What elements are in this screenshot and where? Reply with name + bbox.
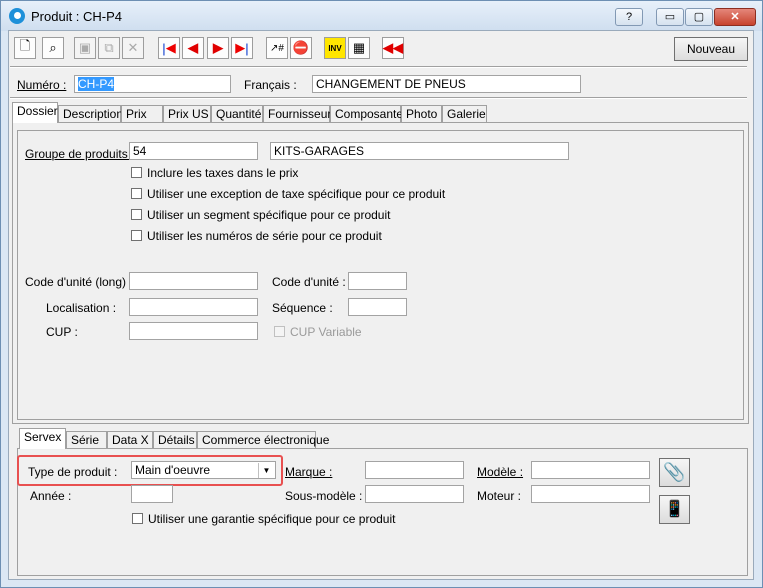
subtab-serie[interactable]: Série <box>66 431 107 449</box>
moteur-label: Moteur : <box>477 489 522 503</box>
francais-field[interactable]: CHANGEMENT DE PNEUS <box>312 75 581 93</box>
back-icon[interactable]: ◀◀ <box>382 37 404 59</box>
subtab-commerce-electronique[interactable]: Commerce électronique <box>197 431 329 449</box>
groupe-code-field[interactable]: 54 <box>129 142 258 160</box>
stop-icon[interactable]: ⛔ <box>290 37 312 59</box>
sous-modele-label: Sous-modèle : <box>285 489 363 503</box>
copy-icon[interactable]: ⧉ <box>98 37 120 59</box>
subtab-servex[interactable]: Servex <box>19 428 66 449</box>
cup-field[interactable] <box>129 322 258 340</box>
numeros-serie-label: Utiliser les numéros de série pour ce pr… <box>147 229 382 243</box>
cup-variable-checkbox[interactable] <box>274 326 285 337</box>
sous-modele-field[interactable] <box>365 485 464 503</box>
numero-label: Numéro : <box>17 78 67 92</box>
phone-icon[interactable]: 📱 <box>659 495 690 524</box>
help-button[interactable]: ? <box>615 8 643 26</box>
delete-icon[interactable]: ✕ <box>122 37 144 59</box>
garantie-label: Utiliser une garantie spécifique pour ce… <box>148 512 396 526</box>
annee-field[interactable] <box>131 485 173 503</box>
sequence-field[interactable] <box>348 298 407 316</box>
tab-fournisseur[interactable]: Fournisseur <box>263 105 331 123</box>
sequence-label: Séquence : <box>272 301 333 315</box>
previous-record-icon[interactable]: ◀ <box>182 37 204 59</box>
save-icon[interactable]: ▣ <box>74 37 96 59</box>
type-produit-value: Main d'oeuvre <box>135 463 210 477</box>
tab-composante[interactable]: Composante <box>330 105 403 123</box>
tab-dossier[interactable]: Dossier <box>12 102 58 123</box>
tab-prix-us[interactable]: Prix US <box>163 105 211 123</box>
exception-taxe-checkbox[interactable] <box>131 188 142 199</box>
modele-label: Modèle : <box>477 465 524 479</box>
cup-variable-label: CUP Variable <box>290 325 362 339</box>
minimize-button[interactable]: ▭ <box>656 8 684 26</box>
new-document-icon[interactable]: 🗋 <box>14 37 36 59</box>
localisation-field[interactable] <box>129 298 258 316</box>
type-produit-label: Type de produit : <box>28 465 118 479</box>
moteur-field[interactable] <box>531 485 650 503</box>
last-record-icon[interactable]: ▶ | <box>231 37 253 59</box>
tab-galerie[interactable]: Galerie <box>442 105 487 123</box>
inventory-icon[interactable]: INV <box>324 37 346 59</box>
tab-quantite[interactable]: Quantité <box>211 105 263 123</box>
numero-field[interactable]: CH-P4 <box>74 75 231 93</box>
number-renumber-icon[interactable]: ↗# <box>266 37 288 59</box>
subtab-data-x[interactable]: Data X <box>107 431 153 449</box>
app-icon <box>9 8 25 24</box>
groupe-name-field: KITS-GARAGES <box>270 142 569 160</box>
binoculars-search-icon[interactable]: ⌕ <box>42 37 64 59</box>
type-produit-select[interactable]: Main d'oeuvre ▼ <box>131 461 276 479</box>
title-bar: Produit : CH-P4 ? ▭ ▢ ✕ <box>1 1 762 31</box>
francais-label: Français : <box>244 78 297 92</box>
first-record-icon[interactable]: | ◀ <box>158 37 180 59</box>
groupe-label: Groupe de produits : <box>25 147 135 161</box>
numeros-serie-checkbox[interactable] <box>131 230 142 241</box>
tab-photo[interactable]: Photo <box>401 105 442 123</box>
next-record-icon[interactable]: ▶ <box>207 37 229 59</box>
exception-taxe-label: Utiliser une exception de taxe spécifiqu… <box>147 187 446 201</box>
segment-label: Utiliser un segment spécifique pour ce p… <box>147 208 391 222</box>
tab-description[interactable]: Description <box>58 105 123 123</box>
tab-prix[interactable]: Prix <box>121 105 163 123</box>
cup-label: CUP : <box>46 325 78 339</box>
window-title: Produit : CH-P4 <box>31 9 123 24</box>
code-unite-field[interactable] <box>348 272 407 290</box>
chevron-down-icon[interactable]: ▼ <box>258 463 274 478</box>
code-unite-label: Code d'unité : <box>272 275 346 289</box>
nouveau-button[interactable]: Nouveau <box>674 37 748 61</box>
marque-field[interactable] <box>365 461 464 479</box>
inclure-taxes-checkbox[interactable] <box>131 167 142 178</box>
maximize-button[interactable]: ▢ <box>685 8 713 26</box>
modele-field[interactable] <box>531 461 650 479</box>
close-button[interactable]: ✕ <box>714 8 756 26</box>
annee-label: Année : <box>30 489 72 503</box>
separator <box>10 66 747 68</box>
marque-label: Marque : <box>285 465 333 479</box>
segment-checkbox[interactable] <box>131 209 142 220</box>
separator <box>10 97 747 99</box>
inclure-taxes-label: Inclure les taxes dans le prix <box>147 166 299 180</box>
code-unite-long-field[interactable] <box>129 272 258 290</box>
subtab-details[interactable]: Détails <box>153 431 197 449</box>
calculator-icon[interactable]: ▦ <box>348 37 370 59</box>
garantie-checkbox[interactable] <box>132 513 143 524</box>
code-unite-long-label: Code d'unité (long) : <box>25 275 133 289</box>
localisation-label: Localisation : <box>46 301 117 315</box>
paperclip-icon[interactable]: 📎 <box>659 458 690 487</box>
